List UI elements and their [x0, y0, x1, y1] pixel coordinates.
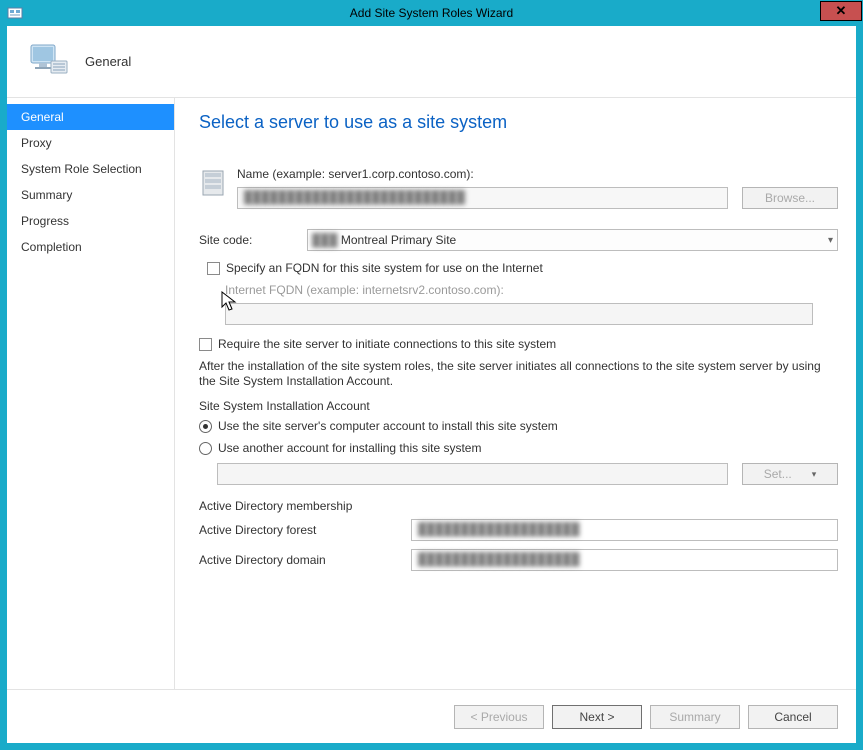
explain-text: After the installation of the site syste… [199, 359, 838, 389]
nav-item-progress[interactable]: Progress [7, 208, 174, 234]
server-icon [199, 169, 227, 197]
page-title: General [85, 54, 131, 69]
site-code-select[interactable]: ███ Montreal Primary Site ▾ [307, 229, 838, 251]
ad-domain-label: Active Directory domain [199, 553, 411, 567]
wizard-nav: General Proxy System Role Selection Summ… [7, 98, 175, 689]
nav-item-completion[interactable]: Completion [7, 234, 174, 260]
radio-use-computer-label: Use the site server's computer account t… [218, 419, 558, 433]
wizard-content: Select a server to use as a site system … [175, 98, 856, 689]
radio-use-computer-account[interactable] [199, 420, 212, 433]
titlebar: Add Site System Roles Wizard ✕ [1, 1, 862, 25]
summary-button[interactable]: Summary [650, 705, 740, 729]
internet-fqdn-input [225, 303, 813, 325]
ad-domain-input[interactable]: ███████████████████ [411, 549, 838, 571]
wizard-header: General [7, 26, 856, 98]
window-title: Add Site System Roles Wizard [350, 6, 513, 20]
install-account-heading: Site System Installation Account [199, 399, 838, 413]
content-heading: Select a server to use as a site system [199, 112, 838, 133]
internet-fqdn-caption: Internet FQDN (example: internetsrv2.con… [225, 283, 838, 297]
require-initiate-checkbox[interactable] [199, 338, 212, 351]
specify-fqdn-label: Specify an FQDN for this site system for… [226, 261, 543, 275]
close-button[interactable]: ✕ [820, 1, 862, 21]
set-account-button[interactable]: Set... [742, 463, 838, 485]
close-icon: ✕ [836, 3, 847, 19]
app-icon [7, 5, 23, 21]
nav-item-proxy[interactable]: Proxy [7, 130, 174, 156]
other-account-input [217, 463, 728, 485]
server-name-caption: Name (example: server1.corp.contoso.com)… [237, 167, 838, 181]
previous-button[interactable]: < Previous [454, 705, 544, 729]
window-body: General General Proxy System Role Select… [6, 25, 857, 744]
wizard-footer: < Previous Next > Summary Cancel [7, 689, 856, 743]
cancel-button[interactable]: Cancel [748, 705, 838, 729]
browse-button[interactable]: Browse... [742, 187, 838, 209]
next-button[interactable]: Next > [552, 705, 642, 729]
chevron-down-icon: ▾ [828, 235, 833, 246]
ad-forest-label: Active Directory forest [199, 523, 411, 537]
site-code-label: Site code: [199, 233, 307, 247]
ad-membership-heading: Active Directory membership [199, 499, 838, 513]
ad-forest-input[interactable]: ███████████████████ [411, 519, 838, 541]
site-code-value: ███ Montreal Primary Site [312, 233, 456, 247]
nav-item-summary[interactable]: Summary [7, 182, 174, 208]
specify-fqdn-checkbox[interactable] [207, 262, 220, 275]
wizard-window: Add Site System Roles Wizard ✕ General [0, 0, 863, 750]
radio-use-other-account[interactable] [199, 442, 212, 455]
computer-icon [25, 39, 71, 85]
require-initiate-label: Require the site server to initiate conn… [218, 337, 556, 351]
nav-item-general[interactable]: General [7, 104, 174, 130]
nav-item-system-role-selection[interactable]: System Role Selection [7, 156, 174, 182]
radio-use-other-label: Use another account for installing this … [218, 441, 481, 455]
server-name-input[interactable]: ██████████████████████████ [237, 187, 728, 209]
